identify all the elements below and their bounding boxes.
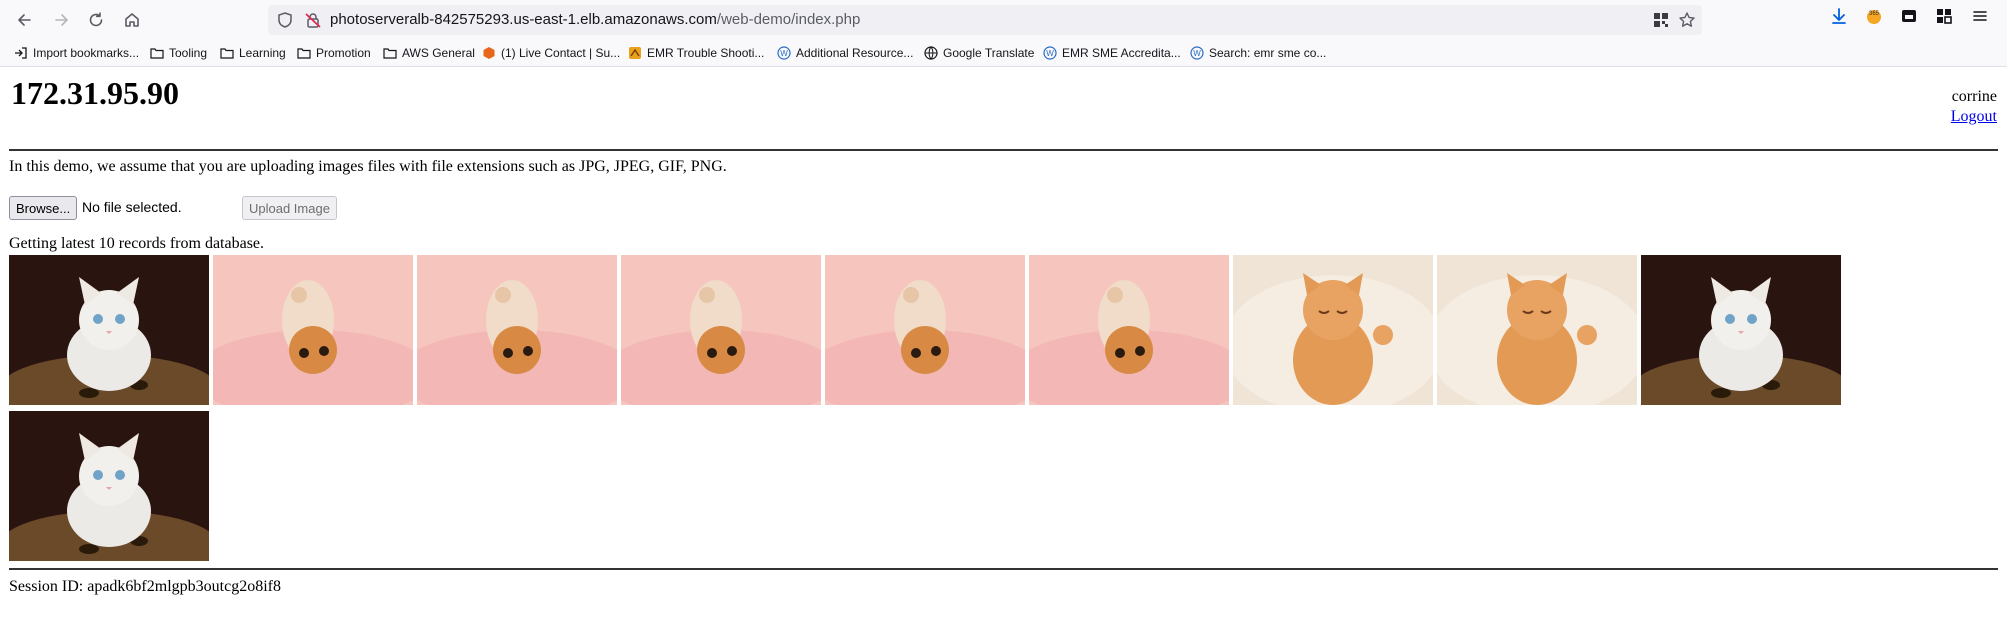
orange-logo-icon [629, 47, 641, 59]
ginger-kitten-image [621, 255, 821, 405]
container-icon[interactable] [1899, 6, 1919, 26]
w-icon: W [1190, 46, 1204, 60]
bookmark-label: EMR Trouble Shooti... [647, 46, 765, 60]
ginger-kitten-image [213, 255, 413, 405]
bookmark-additional-resource[interactable]: W Additional Resource... [777, 44, 913, 62]
url-text[interactable]: photoserveralb-842575293.us-east-1.elb.a… [330, 11, 860, 28]
ginger-kitten-image [825, 255, 1025, 405]
bookmark-label: Search: emr sme co... [1209, 46, 1327, 60]
bookmark-emr-trouble[interactable]: EMR Trouble Shooti... [628, 44, 764, 62]
bookmark-live-contact[interactable]: (1) Live Contact | Su... [482, 44, 620, 62]
folder-icon [383, 48, 397, 59]
url-path: /web-demo/index.php [716, 11, 861, 28]
home-icon [125, 13, 139, 27]
w-icon: W [777, 46, 791, 60]
gallery-image-sleeping-kitten[interactable] [1233, 255, 1433, 405]
bookmark-star-icon[interactable] [1678, 11, 1696, 29]
white-kitten-image [9, 411, 209, 561]
arrow-left-icon [18, 14, 31, 26]
gallery-image-white-kitten[interactable] [9, 255, 209, 405]
gallery-image-ginger-kitten[interactable] [1029, 255, 1229, 405]
logout-link[interactable]: Logout [1951, 107, 1997, 127]
browse-button[interactable]: Browse... [9, 196, 78, 220]
extensions-grid-icon[interactable] [1934, 6, 1954, 26]
sleeping-kitten-image [1233, 255, 1433, 405]
upload-image-button[interactable]: Upload Image [242, 196, 337, 220]
bookmark-label: EMR SME Accredita... [1062, 46, 1181, 60]
insecure-lock-icon[interactable] [304, 11, 322, 29]
bookmark-import[interactable]: Import bookmarks... [14, 44, 139, 62]
globe-icon [924, 46, 938, 60]
gallery-image-sleeping-kitten[interactable] [1437, 255, 1637, 405]
svg-text:W: W [1193, 49, 1201, 58]
bookmark-folder-promotion[interactable]: Promotion [297, 44, 371, 62]
url-host: photoserveralb-842575293.us-east-1.elb.a… [330, 11, 717, 28]
bookmarks-bar: Import bookmarks... Tooling Learning Pro… [0, 40, 2007, 67]
gallery-image-ginger-kitten[interactable] [825, 255, 1025, 405]
reload-button[interactable] [82, 6, 110, 34]
bookmark-label: Import bookmarks... [33, 46, 140, 60]
forward-button[interactable] [48, 6, 76, 34]
username: corrine [1951, 88, 1997, 105]
white-kitten-image [1641, 255, 1841, 405]
shield-icon[interactable] [276, 11, 294, 29]
ginger-kitten-image [417, 255, 617, 405]
back-button[interactable] [10, 6, 38, 34]
ginger-kitten-image [1029, 255, 1229, 405]
user-box: corrine Logout [1951, 87, 1997, 127]
server-ip-heading: 172.31.95.90 [11, 75, 179, 111]
download-icon[interactable] [1829, 6, 1849, 26]
hex-orange-icon [483, 47, 495, 59]
divider [9, 149, 1998, 151]
bookmark-label: (1) Live Contact | Su... [501, 46, 621, 60]
bookmark-label: Additional Resource... [796, 46, 914, 60]
svg-text:W: W [780, 49, 788, 58]
bookmark-google-translate[interactable]: Google Translate [924, 44, 1034, 62]
bookmark-label: Promotion [316, 46, 371, 60]
gallery-image-white-kitten[interactable] [9, 411, 209, 561]
bookmark-folder-tooling[interactable]: Tooling [150, 44, 207, 62]
gallery-image-ginger-kitten[interactable] [621, 255, 821, 405]
file-status: No file selected. [82, 199, 182, 215]
gallery-image-ginger-kitten[interactable] [213, 255, 413, 405]
bookmark-label: Learning [239, 46, 286, 60]
browser-toolbar: photoserveralb-842575293.us-east-1.elb.a… [0, 0, 2007, 40]
svg-text:365: 365 [1869, 11, 1880, 17]
intro-text: In this demo, we assume that you are upl… [9, 158, 727, 175]
url-bar[interactable]: photoserveralb-842575293.us-east-1.elb.a… [268, 5, 1702, 35]
reload-icon [89, 12, 103, 27]
w-icon: W [1043, 46, 1057, 60]
records-text: Getting latest 10 records from database. [9, 235, 265, 252]
bookmark-emr-sme[interactable]: W EMR SME Accredita... [1043, 44, 1181, 62]
folder-icon [297, 48, 311, 59]
home-button[interactable] [118, 6, 146, 34]
import-icon [15, 47, 27, 59]
bookmark-folder-learning[interactable]: Learning [220, 44, 286, 62]
folder-icon [150, 48, 164, 59]
extension-365-icon[interactable]: 365 [1864, 6, 1884, 26]
session-id: Session ID: apadk6bf2mlgpb3outcg2o8if8 [9, 578, 281, 595]
gallery-image-white-kitten[interactable] [1641, 255, 1841, 405]
bookmark-folder-aws-general[interactable]: AWS General [383, 44, 475, 62]
bookmark-label: Tooling [169, 46, 208, 60]
gallery-image-ginger-kitten[interactable] [417, 255, 617, 405]
page-content: 172.31.95.90 corrine Logout In this demo… [0, 67, 2007, 620]
folder-icon [220, 48, 234, 59]
bookmark-search-emr[interactable]: W Search: emr sme co... [1190, 44, 1326, 62]
bookmark-label: AWS General [402, 46, 475, 60]
bookmark-label: Google Translate [943, 46, 1035, 60]
sleeping-kitten-image [1437, 255, 1637, 405]
divider [9, 568, 1998, 570]
qr-code-icon[interactable] [1652, 11, 1670, 29]
menu-icon[interactable] [1970, 6, 1990, 26]
svg-text:W: W [1046, 49, 1054, 58]
white-kitten-image [9, 255, 209, 405]
arrow-right-icon [55, 14, 68, 26]
